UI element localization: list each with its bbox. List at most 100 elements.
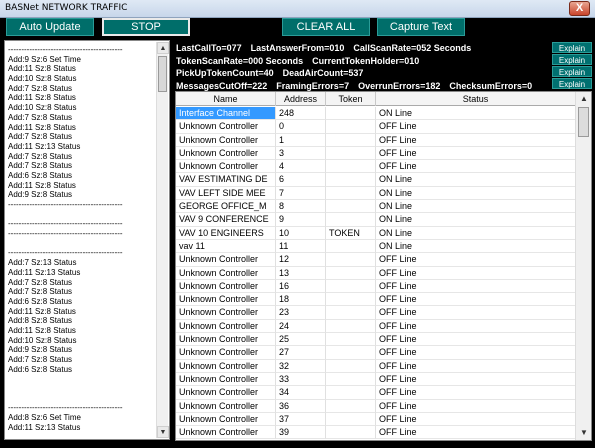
log-entry: ----------------------------------------… [8,200,123,209]
column-header-address[interactable]: Address [276,92,326,106]
table-row[interactable]: Unknown Controller 37 OFF Line [176,412,576,427]
cell-address: 13 [276,266,326,280]
close-button[interactable]: X [569,1,590,16]
table-row[interactable]: VAV LEFT SIDE MEE 7 ON Line [176,186,576,201]
column-header-status[interactable]: Status [376,92,576,106]
log-entry: Add:7 Sz:13 Status [8,258,77,268]
table-row[interactable]: Unknown Controller 0 OFF Line [176,120,576,134]
device-table[interactable]: Name Address Token Status Interface Chan… [175,91,592,441]
scroll-up-icon[interactable]: ▲ [157,42,169,54]
log-entry: ----------------------------------------… [8,219,123,229]
log-entry: Add:10 Sz:8 Status [8,103,77,113]
clear-all-button[interactable]: CLEAR ALL [282,18,370,36]
cell-name: Unknown Controller [176,279,276,294]
cell-token [326,306,376,320]
table-row[interactable]: Unknown Controller 12 OFF Line [176,253,576,267]
log-scroll-thumb[interactable] [158,56,167,92]
cell-name: Unknown Controller [176,346,276,360]
cell-name: VAV ESTIMATING DE [176,173,276,187]
table-scroll-down-icon[interactable]: ▼ [577,426,591,440]
table-row[interactable]: Unknown Controller 34 OFF Line [176,386,576,400]
stats-line-3: PickUpTokenCount=40 DeadAirCount=537 [176,68,364,78]
cell-name: GEORGE OFFICE_M [176,200,276,214]
table-row[interactable]: GEORGE OFFICE_M 8 ON Line [176,200,576,214]
traffic-log-panel[interactable]: ----------------------------------------… [4,40,170,440]
cell-status: OFF Line [376,372,576,387]
cell-name: Unknown Controller [176,319,276,334]
explain-button-3[interactable]: Explain [552,66,592,77]
table-row[interactable]: Unknown Controller 27 OFF Line [176,346,576,360]
table-row[interactable]: Unknown Controller 25 OFF Line [176,333,576,347]
table-scroll-thumb[interactable] [578,107,589,137]
cell-token [326,186,376,201]
cell-status: OFF Line [376,266,576,280]
table-row[interactable]: Unknown Controller 32 OFF Line [176,359,576,373]
table-row[interactable]: VAV 10 ENGINEERS 10 TOKEN ON Line [176,226,576,240]
cell-status: ON Line [376,213,576,227]
table-row[interactable]: Unknown Controller 16 OFF Line [176,279,576,294]
scroll-down-icon[interactable]: ▼ [157,426,169,438]
table-scroll-up-icon[interactable]: ▲ [577,92,591,106]
cell-token [326,333,376,347]
table-row[interactable]: Unknown Controller 18 OFF Line [176,293,576,307]
table-row[interactable]: Unknown Controller 36 OFF Line [176,399,576,413]
log-entry: ----------------------------------------… [8,229,123,239]
log-scrollbar[interactable]: ▲ ▼ [156,42,169,438]
log-entry: Add:6 Sz:8 Status [8,364,73,374]
auto-update-button[interactable]: Auto Update [6,18,94,36]
cell-status: ON Line [376,239,576,254]
log-entry: Add:11 Sz:8 Status [8,122,76,132]
cell-status: OFF Line [376,346,576,360]
explain-button-2[interactable]: Explain [552,54,592,65]
log-entry: Add:11 Sz:8 Status [8,306,76,316]
cell-address: 248 [276,107,326,121]
stats-line-1: LastCallTo=077 LastAnswerFrom=010 CallScan… [176,43,472,53]
cell-status: ON Line [376,226,576,240]
table-row[interactable]: Unknown Controller 33 OFF Line [176,372,576,387]
table-row[interactable]: Unknown Controller 4 OFF Line [176,160,576,174]
table-row[interactable]: VAV 9 CONFERENCE 9 ON Line [176,213,576,227]
column-header-name[interactable]: Name [176,92,276,106]
log-entry: Add:11 Sz:13 Status [8,422,81,432]
log-entry: ----------------------------------------… [8,248,123,258]
cell-status: OFF Line [376,399,576,413]
table-body: Interface Channel 248 ON Line Unknown Contr… [176,107,576,440]
cell-address: 23 [276,306,326,320]
log-entry: Add:7 Sz:8 Status [8,151,73,161]
table-row[interactable]: Unknown Controller 39 OFF Line [176,426,576,440]
table-row[interactable]: VAV ESTIMATING DE 6 ON Line [176,173,576,187]
log-entry: Add:6 Sz:8 Status [8,170,73,180]
cell-address: 25 [276,333,326,347]
cell-status: OFF Line [376,333,576,347]
log-entry: ----------------------------------------… [8,45,123,54]
cell-token [326,160,376,174]
cell-name: Unknown Controller [176,386,276,400]
log-entry: Add:7 Sz:8 Status [8,277,73,287]
log-entry: Add:11 Sz:8 Status [8,180,76,190]
cell-status: OFF Line [376,279,576,294]
table-row[interactable]: Unknown Controller 13 OFF Line [176,266,576,280]
table-row[interactable]: Unknown Controller 3 OFF Line [176,146,576,161]
column-header-token[interactable]: Token [326,92,376,106]
table-scrollbar[interactable]: ▲ ▼ [575,92,591,440]
explain-button-4[interactable]: Explain [552,78,592,89]
cell-status: OFF Line [376,359,576,373]
cell-address: 24 [276,319,326,334]
stop-button[interactable]: STOP [102,18,190,36]
capture-text-button[interactable]: Capture Text [377,18,465,36]
cell-name: vav 11 [176,239,276,254]
table-row[interactable]: vav 11 11 ON Line [176,239,576,254]
explain-button-1[interactable]: Explain [552,42,592,53]
table-row[interactable]: Unknown Controller 23 OFF Line [176,306,576,320]
table-row[interactable]: Interface Channel 248 ON Line [176,107,576,121]
cell-name: Interface Channel [176,107,276,121]
table-row[interactable]: Unknown Controller 24 OFF Line [176,319,576,334]
table-row[interactable]: Unknown Controller 1 OFF Line [176,133,576,147]
cell-token [326,372,376,387]
log-entry: Add:6 Sz:8 Status [8,296,73,306]
cell-address: 10 [276,226,326,240]
cell-name: VAV 9 CONFERENCE [176,213,276,227]
log-entry: Add:9 Sz:6 Set Time [8,54,81,64]
cell-name: Unknown Controller [176,133,276,147]
cell-token [326,266,376,280]
